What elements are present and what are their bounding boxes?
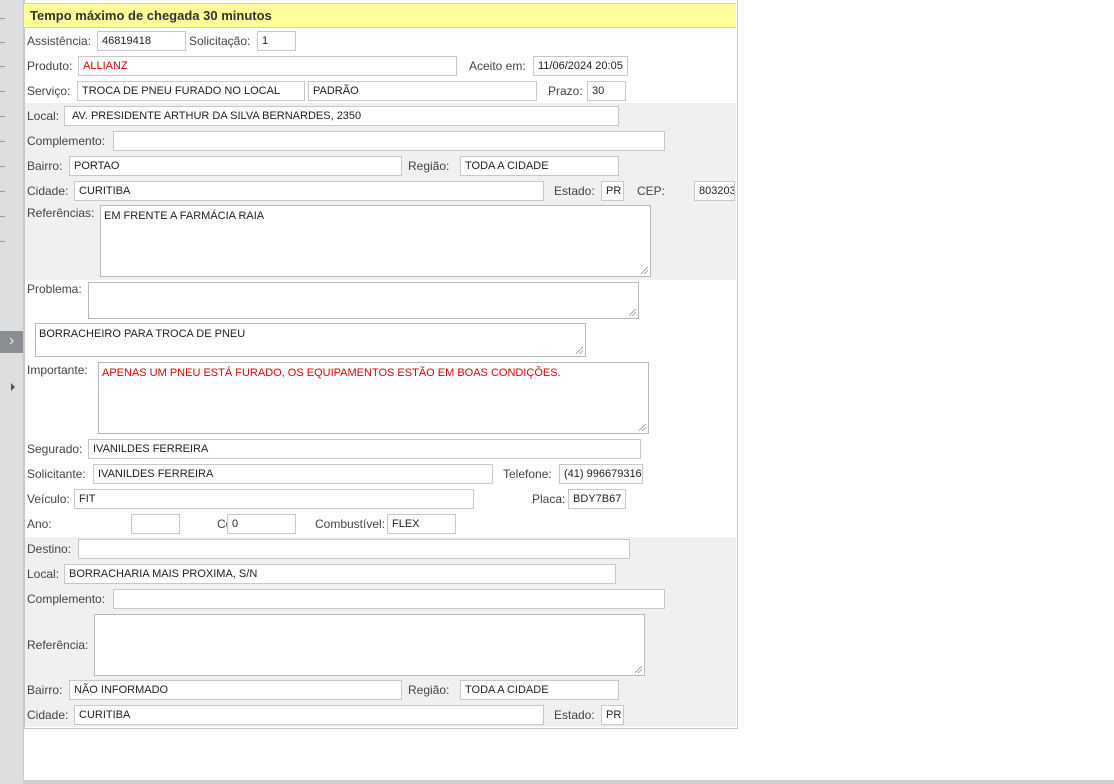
referencias-textarea[interactable]: EM FRENTE A FARMÁCIA RAIA [100, 205, 651, 277]
divider [0, 191, 5, 192]
destino-cidade-input[interactable]: CURITIBA [74, 705, 544, 725]
destino-regiao-input[interactable]: TODA A CIDADE [460, 680, 619, 700]
aceito-em-label: Aceito em: [469, 59, 526, 73]
telefone-input[interactable]: (41) 996679316 [559, 464, 643, 484]
importante-textarea[interactable]: APENAS UM PNEU ESTÁ FURADO, OS EQUIPAMEN… [98, 362, 649, 434]
ano-input[interactable] [131, 514, 180, 534]
estado-label: Estado: [554, 184, 595, 198]
destino-complemento-label: Complemento: [27, 592, 106, 606]
cep-input[interactable]: 80320300 [694, 181, 735, 201]
destino-cidade-label: Cidade: [27, 708, 69, 722]
aceito-em-input[interactable]: 11/06/2024 20:05 [533, 56, 628, 76]
destino-complemento-input[interactable] [113, 589, 665, 609]
destino-bairro-input[interactable]: NÃO INFORMADO [69, 680, 402, 700]
problema-detalhe-textarea[interactable]: BORRACHEIRO PARA TROCA DE PNEU [35, 323, 586, 357]
divider [0, 66, 5, 67]
expand-sidebar-button[interactable]: › [0, 331, 23, 353]
solicitante-input[interactable]: IVANILDES FERREIRA [93, 464, 493, 484]
solicitacao-input[interactable]: 1 [257, 31, 296, 51]
divider [0, 91, 5, 92]
cep-label: CEP: [637, 184, 666, 198]
ano-label: Ano: [27, 517, 52, 531]
servico-label: Serviço: [27, 84, 71, 98]
destino-local-label: Local: [27, 567, 60, 581]
produto-label: Produto: [27, 59, 73, 73]
placa-input[interactable]: BDY7B67 [568, 489, 626, 509]
divider [0, 116, 5, 117]
combustivel-input[interactable]: FLEX [387, 514, 456, 534]
prazo-input[interactable]: 30 [587, 81, 626, 101]
complemento-input[interactable] [113, 131, 665, 151]
destino-estado-input[interactable]: PR [601, 705, 624, 725]
divider [0, 166, 5, 167]
local-label: Local: [27, 109, 60, 123]
problema-textarea[interactable] [88, 282, 639, 319]
arrival-time-banner: Tempo máximo de chegada 30 minutos [24, 3, 736, 28]
assistencia-label: Assistência: [27, 34, 92, 48]
servico-input[interactable]: TROCA DE PNEU FURADO NO LOCAL [77, 81, 305, 101]
segurado-label: Segurado: [27, 442, 83, 456]
servico-tipo-input[interactable]: PADRÃO [308, 81, 537, 101]
regiao-label: Região: [408, 159, 450, 173]
divider [0, 141, 5, 142]
bairro-label: Bairro: [27, 159, 63, 173]
cidade-input[interactable]: CURITIBA [74, 181, 544, 201]
caret-right-icon[interactable] [11, 383, 15, 391]
destino-local-input[interactable]: BORRACHARIA MAIS PROXIMA, S/N [64, 564, 616, 584]
destino-referencia-textarea[interactable] [94, 614, 645, 676]
destino-regiao-label: Região: [408, 683, 450, 697]
horizontal-scrollbar[interactable] [23, 780, 1114, 784]
destino-input[interactable] [78, 539, 630, 559]
destino-referencia-label: Referência: [27, 638, 89, 652]
telefone-label: Telefone: [503, 467, 552, 481]
combustivel-label: Combustível: [315, 517, 386, 531]
placa-label: Placa: [532, 492, 566, 506]
problema-label: Problema: [27, 282, 82, 296]
solicitacao-label: Solicitação: [189, 34, 251, 48]
divider [0, 42, 5, 43]
divider [0, 216, 5, 217]
sidebar: › [0, 0, 24, 784]
importante-label: Importante: [27, 363, 88, 377]
cidade-label: Cidade: [27, 184, 69, 198]
regiao-input[interactable]: TODA A CIDADE [460, 156, 619, 176]
divider [0, 18, 5, 19]
assistencia-input[interactable]: 46819418 [97, 31, 186, 51]
referencias-label: Referências: [27, 206, 95, 220]
estado-input[interactable]: PR [601, 181, 624, 201]
complemento-label: Complemento: [27, 134, 106, 148]
veiculo-label: Veículo: [27, 492, 70, 506]
veiculo-input[interactable]: FIT [74, 489, 474, 509]
produto-input[interactable]: ALLIANZ [78, 56, 457, 76]
prazo-label: Prazo: [548, 84, 583, 98]
divider [0, 241, 5, 242]
banner-title: Tempo máximo de chegada 30 minutos [30, 8, 272, 23]
bairro-input[interactable]: PORTAO [69, 156, 402, 176]
cor-input[interactable]: 0 [227, 514, 296, 534]
destino-bairro-label: Bairro: [27, 683, 63, 697]
solicitante-label: Solicitante: [27, 467, 86, 481]
destino-label: Destino: [27, 542, 72, 556]
destino-estado-label: Estado: [554, 708, 595, 722]
chevron-double-right-icon: › [8, 332, 15, 349]
segurado-input[interactable]: IVANILDES FERREIRA [88, 439, 641, 459]
local-input[interactable]: AV. PRESIDENTE ARTHUR DA SILVA BERNARDES… [64, 106, 619, 126]
